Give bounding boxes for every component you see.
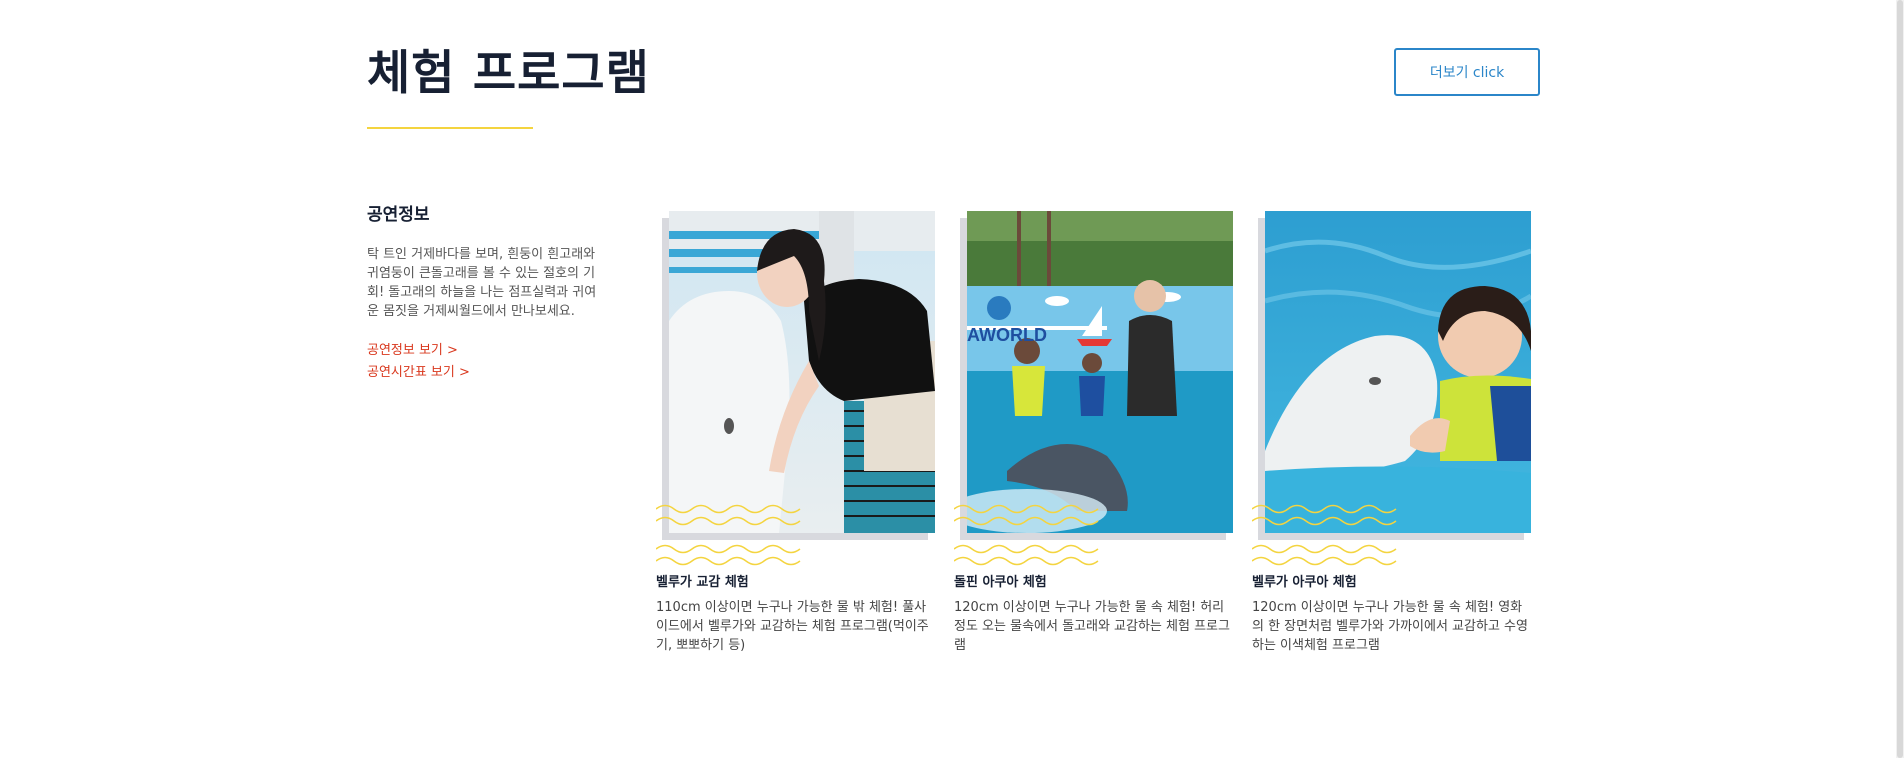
beluga-aqua-photo: [1265, 211, 1531, 533]
card-title: 벨루가 교감 체험: [656, 575, 749, 590]
wave-decoration: [1252, 504, 1397, 566]
title-underline: [367, 127, 533, 129]
card-title: 돌핀 아쿠아 체험: [954, 575, 1047, 590]
program-card-beluga-aqua[interactable]: 벨루가 아쿠아 체험 120cm 이상이면 누구나 가능한 물 속 체험! 영화…: [1252, 211, 1537, 655]
page-scrollbar[interactable]: [1896, 0, 1904, 758]
info-heading: 공연정보: [367, 205, 430, 225]
photo-sign-text: AWORLD: [967, 325, 1047, 345]
section-title: 체험 프로그램: [367, 46, 650, 101]
wave-decoration: [656, 504, 801, 566]
scrollbar-thumb[interactable]: [1897, 0, 1903, 758]
performance-schedule-link[interactable]: 공연시간표 보기 >: [367, 362, 602, 384]
card-description: 120cm 이상이면 누구나 가능한 물 속 체험! 영화의 한 장면처럼 벨루…: [1252, 600, 1528, 653]
card-description: 110cm 이상이면 누구나 가능한 물 밖 체험! 풀사이드에서 벨루가와 교…: [656, 600, 929, 653]
card-description: 120cm 이상이면 누구나 가능한 물 속 체험! 허리정도 오는 물속에서 …: [954, 600, 1230, 653]
beluga-interaction-photo: [669, 211, 935, 533]
card-title: 벨루가 아쿠아 체험: [1252, 575, 1357, 590]
dolphin-aqua-photo: AWORLD: [967, 211, 1233, 533]
more-button[interactable]: 더보기 click: [1394, 48, 1540, 96]
performance-info: 공연정보 탁 트인 거제바다를 보며, 흰둥이 흰고래와 귀염둥이 큰돌고래를 …: [367, 200, 602, 384]
program-card-beluga-interaction[interactable]: 벨루가 교감 체험 110cm 이상이면 누구나 가능한 물 밖 체험! 풀사이…: [656, 211, 941, 655]
program-card-dolphin-aqua[interactable]: AWORLD 돌핀 아쿠아 체험 120cm 이상이면 누구나 가능한 물 속 …: [954, 211, 1239, 655]
wave-decoration: [954, 504, 1099, 566]
info-description: 탁 트인 거제바다를 보며, 흰둥이 흰고래와 귀염둥이 큰돌고래를 볼 수 있…: [367, 247, 597, 319]
performance-info-link[interactable]: 공연정보 보기 >: [367, 340, 602, 362]
